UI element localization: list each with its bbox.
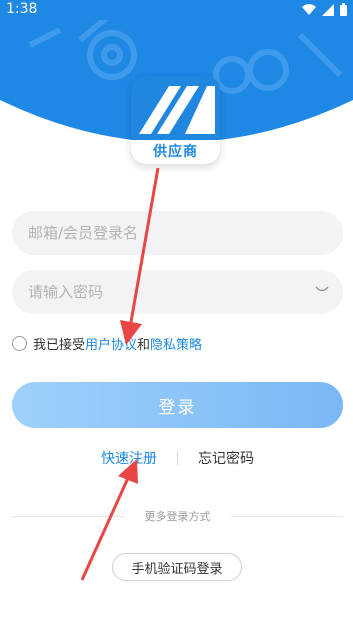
agreement-row: 我已接受 用户协议 和 隐私策略: [12, 334, 202, 353]
password-field[interactable]: [12, 270, 343, 314]
logo-caption: 供应商: [131, 140, 220, 164]
battery-icon: [340, 3, 347, 16]
login-button[interactable]: 登录: [12, 382, 343, 428]
quick-register-link[interactable]: 快速注册: [101, 448, 157, 468]
sms-login-button[interactable]: 手机验证码登录: [112, 553, 242, 581]
privacy-policy-link[interactable]: 隐私策略: [150, 334, 202, 353]
eye-closed-icon[interactable]: [315, 286, 329, 294]
forgot-password-link[interactable]: 忘记密码: [198, 448, 254, 468]
user-agreement-link[interactable]: 用户协议: [85, 334, 137, 353]
divider-line-right: [231, 516, 343, 517]
logo-m-icon: [139, 86, 215, 134]
app-logo: 供应商: [131, 76, 220, 164]
more-login-divider: 更多登录方式: [12, 507, 343, 525]
status-time: 1:38: [6, 1, 38, 17]
annotation-arrow-upper: [120, 167, 160, 345]
account-links-row: 快速注册 忘记密码: [0, 448, 353, 468]
agreement-conjunction: 和: [137, 337, 151, 353]
account-field[interactable]: [12, 211, 343, 255]
status-icons: [302, 3, 347, 16]
wifi-icon: [302, 4, 316, 15]
status-bar: 1:38: [0, 0, 353, 20]
signal-icon: [322, 3, 334, 16]
agreement-checkbox[interactable]: [12, 335, 27, 351]
account-input[interactable]: [12, 211, 308, 255]
links-divider: [177, 451, 178, 465]
agreement-prefix: 我已接受: [33, 337, 86, 353]
password-input[interactable]: [12, 270, 308, 314]
